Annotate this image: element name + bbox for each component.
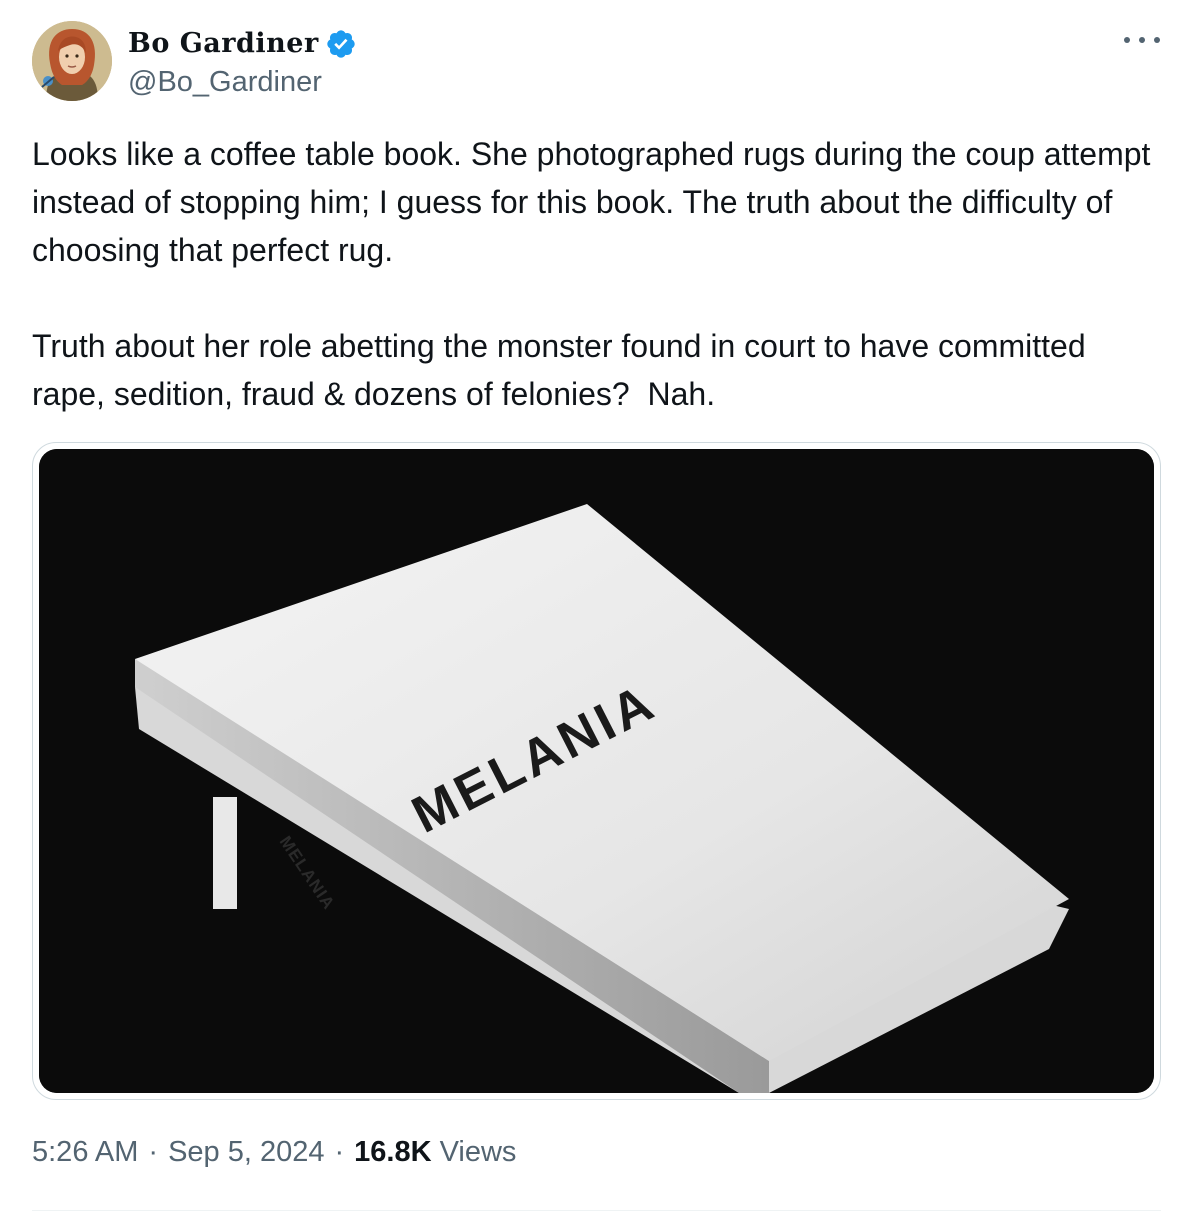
tweet-media[interactable]: MELANIA MELANIA [32,442,1161,1100]
separator: · [148,1136,159,1168]
tweet-header: Bo Gardiner @Bo_Gardiner [32,20,357,102]
author-names: Bo Gardiner @Bo_Gardiner [128,24,357,99]
verified-badge-icon[interactable] [325,28,357,60]
views-label: Views [439,1136,517,1168]
separator: · [334,1136,345,1168]
name-row: Bo Gardiner [128,24,357,64]
media-image[interactable]: MELANIA MELANIA [39,449,1154,1093]
display-name[interactable]: Bo Gardiner [128,28,319,59]
tweet-time[interactable]: 5:26 AM [32,1136,138,1169]
ribbon-bookmark [213,797,237,909]
dot-icon [1124,37,1130,43]
dot-icon [1139,37,1145,43]
dot-icon [1154,37,1160,43]
tweet-text: Looks like a coffee table book. She phot… [32,136,1151,412]
author-handle[interactable]: @Bo_Gardiner [128,66,357,99]
portrait-avatar-icon [32,21,112,101]
views-count[interactable]: 16.8K [354,1136,431,1169]
tweet-meta: 5:26 AM · Sep 5, 2024 · 16.8K Views [32,1136,516,1169]
book-image: MELANIA MELANIA [39,449,1154,1093]
avatar[interactable] [32,21,112,101]
tweet: Bo Gardiner @Bo_Gardiner Looks like a co… [0,0,1198,1216]
divider [32,1210,1161,1211]
tweet-date[interactable]: Sep 5, 2024 [168,1136,324,1169]
ellipsis-icon[interactable] [1124,30,1160,50]
